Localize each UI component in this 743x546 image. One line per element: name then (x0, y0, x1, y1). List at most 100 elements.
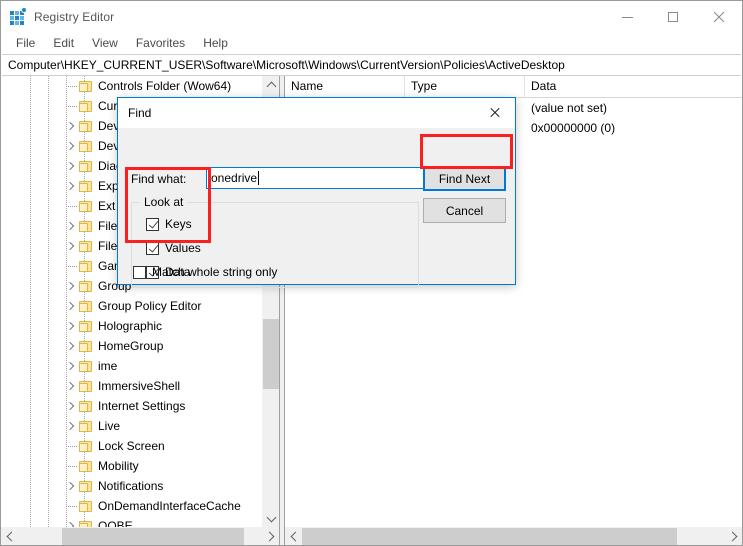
tree-item[interactable]: ImmersiveShell (1, 376, 279, 396)
window-controls (604, 1, 742, 33)
tree-item[interactable]: ime (1, 356, 279, 376)
find-next-button[interactable]: Find Next (423, 166, 506, 191)
tree-item[interactable]: Live (1, 416, 279, 436)
checkbox-values-box[interactable] (146, 241, 159, 255)
chevron-glyph (65, 321, 75, 331)
tree-item[interactable]: Holographic (1, 316, 279, 336)
folder-icon (79, 440, 93, 452)
chevron-right-icon[interactable] (63, 216, 79, 236)
tree-item[interactable]: Notifications (1, 476, 279, 496)
tree-leaf-connector (63, 96, 79, 116)
chevron-right-icon[interactable] (63, 276, 79, 296)
address-bar[interactable]: Computer\HKEY_CURRENT_USER\Software\Micr… (2, 54, 741, 76)
checkbox-values[interactable]: Values (146, 241, 201, 255)
menu-item-edit[interactable]: Edit (44, 34, 83, 53)
chevron-right-icon[interactable] (63, 376, 79, 396)
chevron-glyph (65, 241, 75, 251)
tree-scroll-up-button[interactable] (263, 76, 279, 93)
chevron-right-icon[interactable] (63, 396, 79, 416)
folder-icon (79, 300, 93, 312)
minimize-icon (621, 16, 633, 18)
column-header-data[interactable]: Data (525, 76, 742, 97)
tree-item-label: Live (98, 419, 121, 433)
tree-leaf-connector (63, 456, 79, 476)
chevron-glyph (65, 361, 75, 371)
tree-horizontal-scrollbar[interactable] (1, 527, 279, 545)
checkbox-keys[interactable]: Keys (146, 217, 192, 231)
chevron-right-icon (264, 531, 274, 542)
folder-icon (79, 120, 93, 132)
checkbox-match-whole-string[interactable]: Match whole string only (133, 265, 277, 279)
chevron-right-icon[interactable] (63, 236, 79, 256)
connector-line (68, 505, 77, 507)
chevron-right-icon[interactable] (63, 416, 79, 436)
chevron-glyph (65, 381, 75, 391)
chevron-right-icon[interactable] (63, 176, 79, 196)
chevron-glyph (65, 181, 75, 191)
maximize-icon (668, 12, 678, 22)
maximize-button[interactable] (650, 1, 696, 33)
folder-icon (79, 240, 93, 252)
checkbox-keys-label: Keys (165, 217, 192, 231)
tree-scroll-right-button[interactable] (262, 528, 279, 545)
tree-item[interactable]: Mobility (1, 456, 279, 476)
chevron-right-icon[interactable] (63, 156, 79, 176)
chevron-glyph (65, 121, 75, 131)
chevron-right-icon[interactable] (63, 476, 79, 496)
chevron-right-icon[interactable] (63, 136, 79, 156)
connector-line (68, 105, 77, 107)
menu-item-favorites[interactable]: Favorites (127, 34, 194, 53)
close-button[interactable] (696, 1, 742, 33)
chevron-glyph (65, 141, 75, 151)
tree-item[interactable]: Group Policy Editor (1, 296, 279, 316)
find-dialog-close-button[interactable] (473, 98, 515, 127)
column-header-name[interactable]: Name (285, 76, 405, 97)
values-scroll-right-button[interactable] (725, 528, 742, 545)
folder-icon (79, 320, 93, 332)
connector-line (68, 85, 77, 87)
column-header-type[interactable]: Type (405, 76, 525, 97)
find-what-input[interactable]: onedrive (206, 167, 428, 189)
tree-item-label: Lock Screen (98, 439, 165, 453)
tree-scroll-down-button[interactable] (263, 510, 279, 527)
tree-scrollbar-thumb[interactable] (263, 319, 279, 389)
menu-item-file[interactable]: File (7, 34, 44, 53)
chevron-right-icon[interactable] (63, 336, 79, 356)
checkbox-keys-box[interactable] (146, 217, 159, 231)
tree-item-label: Internet Settings (98, 399, 186, 413)
cell-data: (value not set) (531, 101, 608, 115)
folder-icon (79, 280, 93, 292)
tree-leaf-connector (63, 76, 79, 96)
folder-icon (79, 180, 93, 192)
find-dialog-title: Find (128, 106, 152, 120)
tree-item[interactable]: OnDemandInterfaceCache (1, 496, 279, 516)
tree-hscrollbar-thumb[interactable] (62, 528, 244, 545)
cancel-button[interactable]: Cancel (423, 198, 506, 223)
tree-item[interactable]: Internet Settings (1, 396, 279, 416)
tree-item-label: Mobility (98, 459, 139, 473)
find-what-value: onedrive (211, 171, 258, 185)
values-scroll-left-button[interactable] (285, 528, 302, 545)
tree-item[interactable]: Lock Screen (1, 436, 279, 456)
folder-icon (79, 420, 93, 432)
tree-scroll-left-button[interactable] (1, 528, 18, 545)
chevron-right-icon[interactable] (63, 356, 79, 376)
menu-item-view[interactable]: View (83, 34, 127, 53)
minimize-button[interactable] (604, 1, 650, 33)
chevron-right-icon[interactable] (63, 516, 79, 527)
checkbox-match-whole-string-box[interactable] (133, 265, 146, 279)
folder-icon (79, 360, 93, 372)
values-hscrollbar-thumb[interactable] (302, 528, 677, 545)
chevron-right-icon[interactable] (63, 296, 79, 316)
tree-item-label: HomeGroup (98, 339, 164, 353)
chevron-right-icon[interactable] (63, 316, 79, 336)
chevron-right-icon[interactable] (63, 116, 79, 136)
tree-item[interactable]: HomeGroup (1, 336, 279, 356)
registry-editor-icon (10, 7, 27, 25)
folder-icon (79, 460, 93, 472)
tree-item[interactable]: Controls Folder (Wow64) (1, 76, 279, 96)
values-horizontal-scrollbar[interactable] (285, 527, 742, 545)
folder-icon (79, 520, 93, 527)
tree-item[interactable]: OOBE (1, 516, 279, 527)
menu-item-help[interactable]: Help (194, 34, 237, 53)
